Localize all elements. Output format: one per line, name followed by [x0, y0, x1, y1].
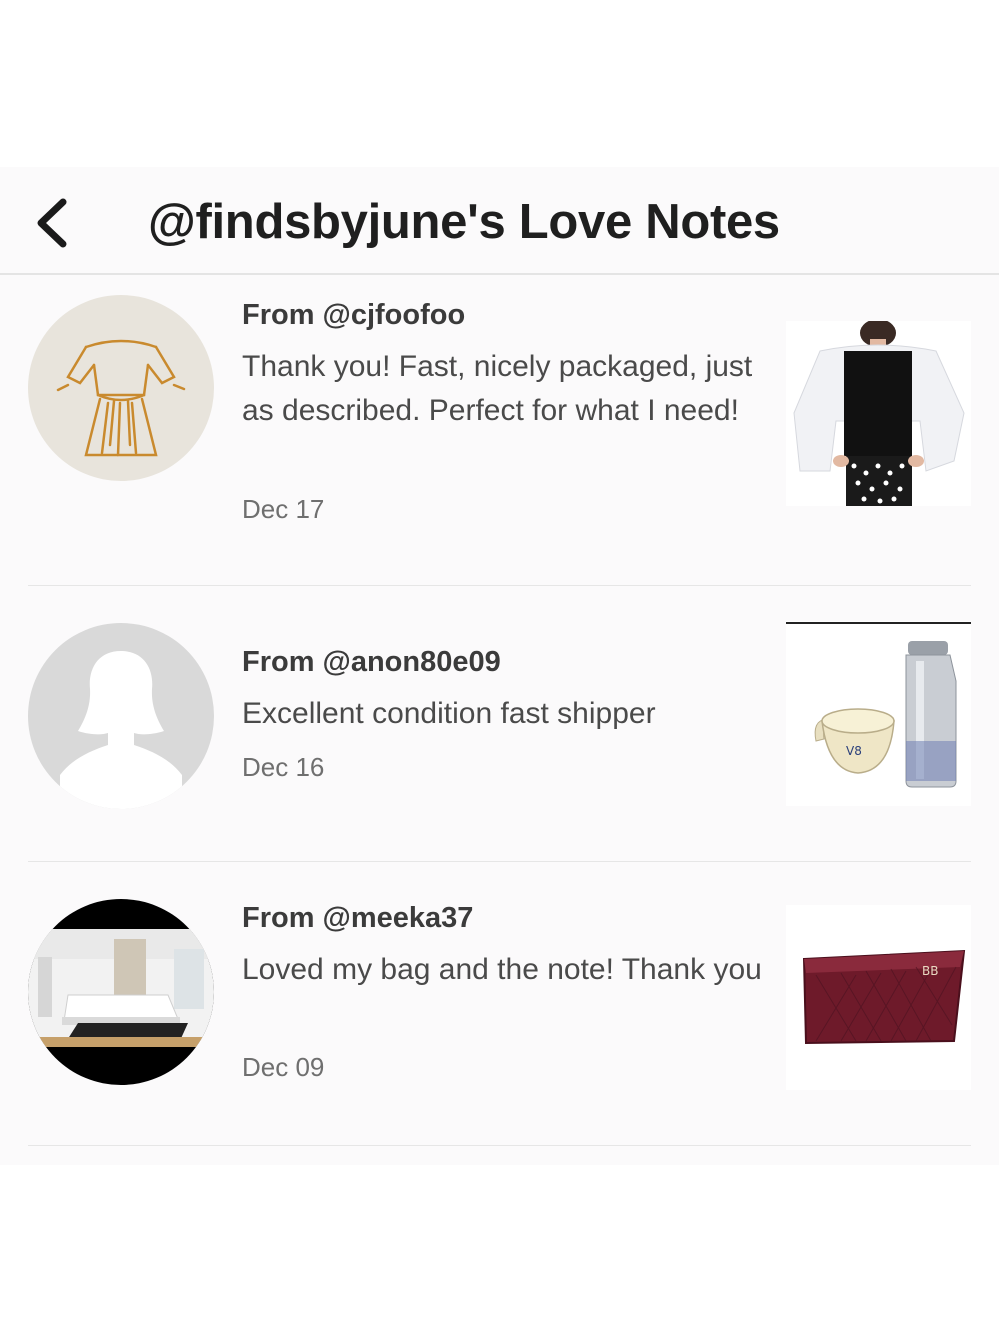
love-notes-screen: @findsbyjune's Love Notes From @cjfoofoo…	[0, 167, 999, 1165]
note-date: Dec 09	[242, 1052, 325, 1082]
divider	[28, 585, 971, 586]
note-sender[interactable]: From @meeka37	[242, 902, 473, 935]
svg-text:V8: V8	[846, 744, 862, 758]
svg-text:BB: BB	[922, 964, 938, 978]
note-date: Dec 17	[242, 494, 325, 524]
header-bar: @findsbyjune's Love Notes	[0, 167, 999, 275]
default-person-avatar[interactable]	[28, 623, 214, 809]
mug-and-bottle-photo[interactable]: V8	[786, 621, 971, 806]
divider	[28, 861, 971, 862]
note-date: Dec 16	[242, 752, 325, 782]
note-sender[interactable]: From @anon80e09	[242, 646, 501, 679]
note-message: Thank you! Fast, nicely packaged, just a…	[242, 350, 753, 427]
note-message: Loved my bag and the note! Thank you	[242, 953, 762, 986]
burgundy-clutch-photo[interactable]: BB	[786, 905, 971, 1090]
bedroom-photo-avatar[interactable]	[28, 899, 214, 1085]
chevron-left-icon	[37, 198, 67, 248]
page-title: @findsbyjune's Love Notes	[148, 195, 780, 249]
dress-sketch-avatar[interactable]	[28, 295, 214, 481]
back-button[interactable]	[26, 193, 76, 253]
note-sender[interactable]: From @cjfoofoo	[242, 299, 465, 332]
white-shrug-top-photo[interactable]	[786, 321, 971, 506]
note-message: Excellent condition fast shipper	[242, 697, 656, 730]
divider	[28, 1145, 971, 1146]
